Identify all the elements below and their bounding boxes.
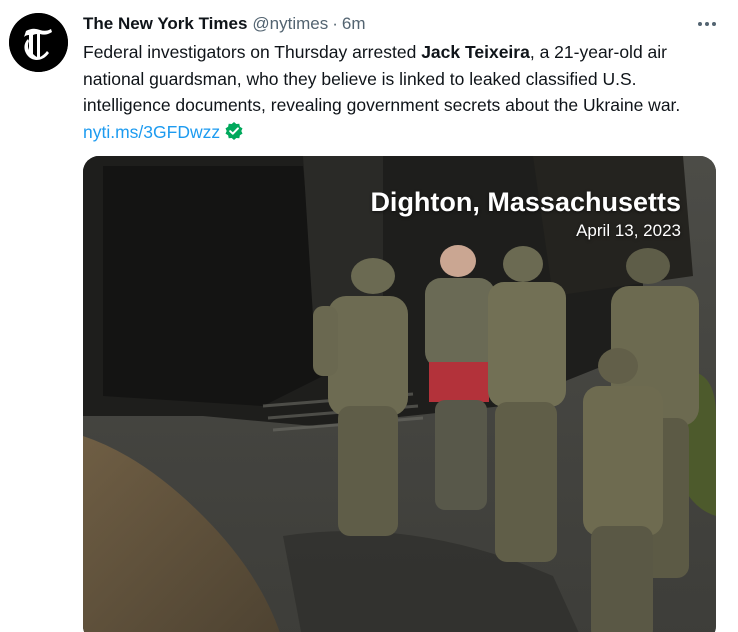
tweet: The New York Times @nytimes · 6m Federal… <box>0 0 738 632</box>
video-date-caption: April 13, 2023 <box>576 221 681 240</box>
user-handle[interactable]: @nytimes <box>252 13 328 35</box>
tweet-text-bold: Jack Teixeira <box>421 42 530 62</box>
tweet-header: The New York Times @nytimes · 6m <box>83 13 366 35</box>
tweet-link[interactable]: nyti.ms/3GFDwzz <box>83 122 220 142</box>
avatar[interactable] <box>9 13 68 72</box>
display-name[interactable]: The New York Times <box>83 13 247 35</box>
separator-dot: · <box>332 14 338 33</box>
tweet-text: Federal investigators on Thursday arrest… <box>83 39 708 145</box>
tweet-text-part: Federal investigators on Thursday arrest… <box>83 42 422 62</box>
verified-badge-icon <box>225 121 243 140</box>
video-media[interactable]: Dighton, Massachusetts April 13, 2023 <box>83 156 716 632</box>
timestamp[interactable]: 6m <box>342 13 366 35</box>
more-options-icon[interactable] <box>690 13 724 35</box>
video-location-caption: Dighton, Massachusetts <box>370 187 681 217</box>
nyt-logo-icon <box>9 13 68 72</box>
